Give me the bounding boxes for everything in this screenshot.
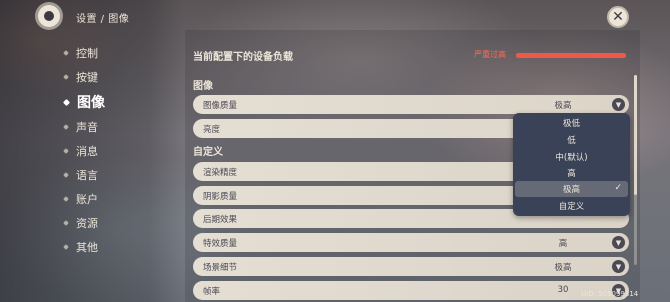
device-load-bar — [516, 53, 626, 58]
setting-row-graphics-quality[interactable]: 图像质量 极高 ▼ — [193, 95, 629, 114]
sidebar-item-label: 其他 — [76, 241, 98, 254]
sidebar-item-label: 声音 — [76, 121, 98, 134]
setting-row-sfx-quality[interactable]: 特效质量 高 ▼ — [193, 233, 629, 252]
bullet-icon — [63, 50, 69, 56]
scrollbar-thumb[interactable] — [634, 75, 637, 195]
bullet-icon — [63, 172, 69, 178]
bullet-icon — [63, 148, 69, 154]
setting-label: 渲染精度 — [203, 168, 238, 178]
setting-label: 帧率 — [203, 287, 221, 297]
sidebar-item-label: 按键 — [76, 71, 98, 84]
chevron-down-icon[interactable]: ▼ — [612, 98, 625, 111]
chevron-down-icon[interactable]: ▼ — [612, 260, 625, 273]
sidebar-item-sound[interactable]: 声音 — [63, 117, 98, 137]
setting-row-frame-rate[interactable]: 帧率 30 ▼ — [193, 281, 629, 300]
sidebar-item-label: 资源 — [76, 217, 98, 230]
section-title-custom: 自定义 — [193, 147, 223, 158]
sidebar-item-messages[interactable]: 消息 — [63, 141, 98, 161]
setting-label: 场景细节 — [203, 263, 238, 273]
sidebar-item-label: 账户 — [76, 193, 98, 206]
bullet-icon — [63, 244, 69, 250]
graphics-quality-dropdown: 极低 低 中(默认) 高 极高 ✓ 自定义 — [513, 113, 630, 216]
breadcrumb: 设置 / 图像 — [76, 14, 130, 25]
gear-icon — [38, 5, 60, 27]
bullet-icon — [63, 196, 69, 202]
sidebar-item-label: 控制 — [76, 47, 98, 60]
setting-label: 亮度 — [203, 125, 221, 135]
sidebar-item-account[interactable]: 账户 — [63, 189, 98, 209]
dropdown-option-high[interactable]: 高 — [515, 165, 628, 181]
bullet-icon — [63, 220, 69, 226]
sidebar-item-label: 语言 — [76, 169, 98, 182]
chevron-down-icon[interactable]: ▼ — [612, 236, 625, 249]
sidebar-item-resources[interactable]: 资源 — [63, 213, 98, 233]
sidebar-item-label: 消息 — [76, 145, 98, 158]
section-title-image: 图像 — [193, 81, 213, 92]
uid-label: UID: 505099314 — [581, 290, 639, 298]
sidebar-item-keys[interactable]: 按键 — [63, 67, 98, 87]
dropdown-option-medium[interactable]: 中(默认) — [515, 149, 628, 165]
setting-row-scene-detail[interactable]: 场景细节 极高 ▼ — [193, 257, 629, 276]
setting-label: 后期效果 — [203, 215, 238, 225]
setting-value: 高 — [558, 239, 568, 249]
checkmark-icon: ✓ — [614, 183, 622, 193]
setting-label: 图像质量 — [203, 101, 238, 111]
sidebar-item-graphics[interactable]: 图像 — [62, 92, 105, 112]
sidebar-item-language[interactable]: 语言 — [63, 165, 98, 185]
sidebar-item-control[interactable]: 控制 — [63, 43, 98, 63]
setting-value: 极高 — [554, 101, 572, 111]
dropdown-option-lowest[interactable]: 极低 — [515, 115, 628, 131]
close-icon: ✕ — [612, 9, 624, 25]
device-load-bar-fill — [516, 53, 626, 58]
setting-label: 阴影质量 — [203, 192, 238, 202]
bullet-icon — [63, 74, 69, 80]
setting-label: 特效质量 — [203, 239, 238, 249]
device-load-title: 当前配置下的设备负载 — [193, 52, 293, 63]
close-button[interactable]: ✕ — [607, 6, 629, 28]
setting-value: 极高 — [554, 263, 572, 273]
bullet-icon — [62, 98, 71, 106]
sidebar-item-other[interactable]: 其他 — [63, 237, 98, 257]
device-load-status: 严重过高 — [474, 50, 506, 59]
bullet-icon — [63, 124, 69, 130]
top-bar: 设置 / 图像 ✕ — [0, 0, 670, 32]
dropdown-option-custom[interactable]: 自定义 — [515, 198, 628, 214]
dropdown-option-highest[interactable]: 极高 ✓ — [515, 181, 628, 197]
dropdown-option-low[interactable]: 低 — [515, 132, 628, 148]
dropdown-option-label: 极高 — [562, 185, 580, 195]
sidebar-item-label: 图像 — [77, 95, 105, 111]
scrollbar[interactable] — [634, 75, 637, 265]
